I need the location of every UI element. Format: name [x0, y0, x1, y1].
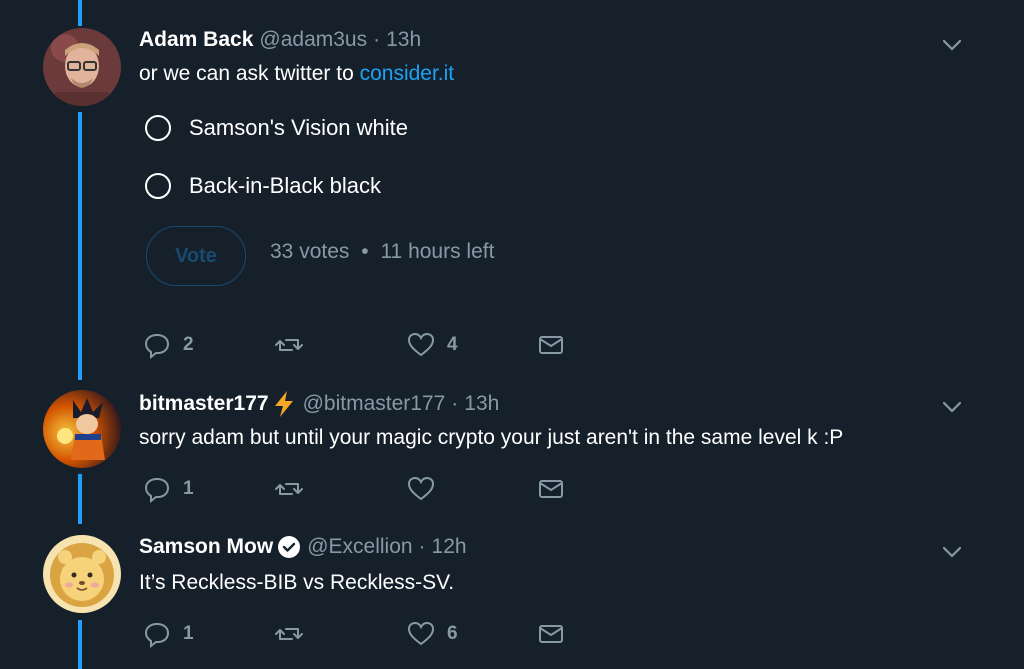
avatar[interactable]: [43, 535, 121, 613]
tweet-header: bitmaster177 @bitmaster177 · 13h: [139, 390, 499, 418]
reply-button[interactable]: 2: [143, 330, 194, 360]
tweet-actions: 1: [139, 474, 579, 504]
tweet-actions: 1 6: [139, 619, 579, 649]
tweet[interactable]: bitmaster177 @bitmaster177 · 13h sorry a…: [0, 370, 1024, 515]
chevron-down-icon[interactable]: [940, 33, 964, 57]
timestamp[interactable]: 13h: [386, 28, 421, 52]
poll-option-label: Back-in-Black black: [189, 173, 381, 198]
reply-count: 1: [183, 478, 194, 499]
retweet-button[interactable]: [275, 619, 303, 649]
share-button[interactable]: [537, 474, 565, 504]
username[interactable]: @adam3us: [259, 28, 367, 52]
username[interactable]: @bitmaster177: [303, 392, 446, 416]
display-name[interactable]: bitmaster177: [139, 392, 269, 416]
share-icon: [539, 336, 563, 354]
reply-count: 1: [183, 623, 194, 644]
chevron-down-icon[interactable]: [940, 395, 964, 419]
display-name[interactable]: Adam Back: [139, 28, 253, 52]
separator-dot: ·: [418, 535, 426, 558]
display-name[interactable]: Samson Mow: [139, 535, 273, 559]
retweet-icon: [275, 339, 303, 351]
like-icon: [407, 332, 435, 357]
poll-option-label: Samson's Vision white: [189, 115, 409, 140]
retweet-icon: [275, 628, 303, 640]
poll-time-left: 11 hours left: [380, 240, 495, 263]
like-count: 4: [447, 334, 458, 355]
like-button[interactable]: 6: [407, 619, 458, 649]
like-icon: [407, 476, 435, 501]
poll-option[interactable]: Samson's Vision white: [145, 115, 408, 141]
tweet-text: or we can ask twitter to consider.it: [139, 62, 454, 86]
reply-icon: [144, 622, 170, 648]
like-count: 6: [447, 623, 458, 644]
share-icon: [539, 480, 563, 498]
tweet-text-body: or we can ask twitter to: [139, 62, 360, 85]
share-button[interactable]: [537, 619, 565, 649]
share-button[interactable]: [537, 330, 565, 360]
retweet-icon: [275, 483, 303, 495]
tweet-header: Adam Back @adam3us · 13h: [139, 28, 421, 52]
radio-button[interactable]: [145, 173, 171, 199]
timestamp[interactable]: 13h: [464, 392, 499, 416]
lightning-icon: [274, 391, 293, 417]
tweet-text: It’s Reckless-BIB vs Reckless-SV.: [139, 571, 455, 594]
vote-button[interactable]: Vote: [146, 226, 246, 286]
like-icon: [407, 621, 435, 646]
reply-button[interactable]: 1: [143, 474, 194, 504]
separator-dot: ·: [373, 28, 381, 51]
reply-icon: [144, 477, 170, 503]
tweet-link[interactable]: consider.it: [360, 62, 455, 85]
verified-icon: [278, 536, 301, 558]
tweet[interactable]: Adam Back @adam3us · 13h or we can ask t…: [0, 0, 1024, 370]
reply-button[interactable]: 1: [143, 619, 194, 649]
poll-vote-count: 33 votes: [270, 240, 350, 263]
reply-count: 2: [183, 334, 194, 355]
tweet-actions: 2 4: [139, 330, 579, 360]
avatar[interactable]: [43, 390, 121, 468]
retweet-button[interactable]: [275, 474, 303, 504]
poll-separator: •: [361, 240, 369, 263]
poll-meta: 33 votes • 11 hours left: [270, 240, 494, 264]
username[interactable]: @Excellion: [307, 535, 412, 559]
tweet[interactable]: Samson Mow @Excellion · 12h It’s Reckles…: [0, 515, 1024, 669]
like-button[interactable]: 4: [407, 330, 458, 360]
tweet-text: sorry adam but until your magic crypto y…: [139, 426, 844, 449]
reply-icon: [144, 333, 170, 359]
retweet-button[interactable]: [275, 330, 303, 360]
avatar[interactable]: [43, 28, 121, 106]
poll-option[interactable]: Back-in-Black black: [145, 173, 381, 199]
share-icon: [539, 625, 563, 643]
like-button[interactable]: [407, 474, 435, 504]
chevron-down-icon[interactable]: [940, 540, 964, 564]
separator-dot: ·: [451, 392, 459, 415]
tweet-header: Samson Mow @Excellion · 12h: [139, 535, 467, 559]
timestamp[interactable]: 12h: [432, 535, 467, 559]
radio-button[interactable]: [145, 115, 171, 141]
